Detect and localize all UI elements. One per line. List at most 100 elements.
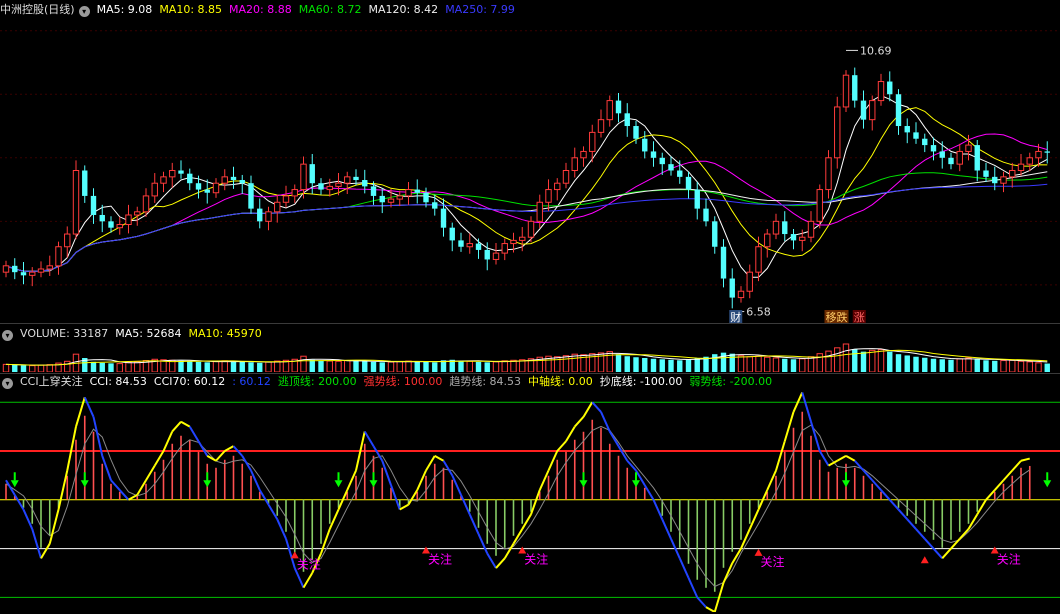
high-label: 10.69 xyxy=(860,44,892,57)
candle-body-up xyxy=(160,176,167,184)
cci-chart[interactable]: 关注 关注 关注 关注 关注 xyxy=(0,390,1060,612)
candle-body-up xyxy=(492,252,500,260)
candle-body-up xyxy=(580,150,587,159)
volume-bar-up xyxy=(134,361,141,372)
volume-bar-up xyxy=(396,361,403,372)
candle-body-up xyxy=(597,119,605,133)
cci-line-segment xyxy=(985,489,996,501)
candle-body-up xyxy=(1000,176,1007,184)
cci-line-segment xyxy=(810,421,821,452)
vol-ma10-label: MA10: 45970 xyxy=(188,327,262,340)
cci-line-segment xyxy=(302,572,314,589)
cci-line-segment xyxy=(959,528,970,540)
top-line-label: 逃顶线: 200.00 xyxy=(277,375,357,388)
volume-bar-down xyxy=(99,362,105,372)
cci-line-segment xyxy=(574,416,585,428)
volume-bar-down xyxy=(178,360,184,372)
volume-bar-down xyxy=(685,359,692,372)
watch-label: 关注 xyxy=(997,551,1021,566)
down-arrow-icon xyxy=(334,480,343,488)
candle-body-down xyxy=(615,100,622,114)
volume-bar-down xyxy=(659,359,665,372)
volume-bar-down xyxy=(248,362,254,372)
candle-body-up xyxy=(396,195,403,200)
price-header: 中洲控股(日线) ▾ MA5: 9.08 MA10: 8.85 MA20: 8.88 MA… xyxy=(0,2,522,18)
cci-line-segment xyxy=(460,494,471,515)
candle-body-down xyxy=(484,249,490,260)
candle-body-up xyxy=(956,150,963,165)
candle-body-down xyxy=(642,138,648,152)
cci-line-segment xyxy=(486,552,497,569)
down-arrow-icon xyxy=(1043,480,1052,488)
candle-body-up xyxy=(37,268,45,273)
volume-bar-down xyxy=(922,357,928,372)
cci-line-segment xyxy=(766,470,777,491)
candle-body-up xyxy=(300,163,307,191)
volume-bar-down xyxy=(694,358,700,372)
ma20-label: MA20: 8.88 xyxy=(229,3,292,16)
cci-line-segment xyxy=(503,543,515,559)
ma10-label: MA10: 8.85 xyxy=(159,3,223,16)
cci-line-segment xyxy=(924,538,935,550)
cci-line-segment xyxy=(871,479,882,491)
chevron-down-icon[interactable]: ▾ xyxy=(2,330,13,341)
candle-body-down xyxy=(230,176,237,181)
price-title[interactable]: 中洲控股(日线) xyxy=(0,3,75,16)
cci-line-segment xyxy=(188,426,200,442)
candle-body-up xyxy=(221,176,228,184)
volume-bar-up xyxy=(746,356,753,372)
volume-bar-down xyxy=(458,360,464,372)
cci-line-segment xyxy=(407,489,419,506)
volume-bar-down xyxy=(90,361,97,372)
cci-line-segment xyxy=(197,440,209,457)
cci-line-segment xyxy=(162,431,174,452)
cci-value: CCI: 84.53 xyxy=(89,375,147,388)
cci-line-segment xyxy=(328,509,340,530)
cci-line-segment xyxy=(941,547,952,559)
event-badge-cai: 财 xyxy=(730,310,741,323)
candle-body-up xyxy=(335,182,342,187)
cci-line-segment xyxy=(626,460,637,472)
candle-body-down xyxy=(90,195,97,215)
candle-body-up xyxy=(116,224,123,229)
volume-bar-up xyxy=(571,353,578,372)
candle-body-up xyxy=(151,182,158,197)
volume-chart[interactable] xyxy=(0,342,1060,372)
cci-line-segment xyxy=(171,421,182,433)
cci-line-segment xyxy=(775,440,786,471)
pane-divider[interactable] xyxy=(0,323,1060,324)
cci-line-segment xyxy=(1002,469,1013,481)
cci-blue-value: : 60.12 xyxy=(232,375,271,388)
watch-label: 关注 xyxy=(297,556,321,571)
candle-body-down xyxy=(650,151,657,158)
candle-body-down xyxy=(362,180,368,187)
cci-line-segment xyxy=(451,474,462,496)
candle-body-up xyxy=(274,201,281,213)
cci-line-segment xyxy=(994,479,1005,491)
candle-body-up xyxy=(212,182,220,194)
volume-bar-down xyxy=(204,362,210,372)
volume-bar-down xyxy=(362,361,368,372)
cci-title[interactable]: CCI上穿关注 xyxy=(20,375,83,388)
cci-line-segment xyxy=(215,450,226,462)
volume-bar-up xyxy=(965,357,972,372)
cci-line-segment xyxy=(608,430,620,447)
price-chart[interactable]: 10.69 6.58 财 移跌涨 xyxy=(0,18,1060,323)
volume-bar-up xyxy=(344,360,351,372)
candle-body-up xyxy=(527,220,535,238)
candle-body-up xyxy=(764,233,771,248)
chevron-down-icon[interactable]: ▾ xyxy=(78,6,90,17)
down-arrow-icon xyxy=(203,480,212,488)
cci-line-segment xyxy=(783,411,795,442)
volume-bar-up xyxy=(2,363,10,372)
candle-body-up xyxy=(562,170,570,184)
volume-bar-down xyxy=(729,353,735,372)
candle-body-down xyxy=(983,170,989,177)
volume-bar-down xyxy=(475,361,482,372)
chevron-down-icon[interactable]: ▾ xyxy=(2,378,13,389)
watch-label: 关注 xyxy=(524,551,548,566)
cci-line-segment xyxy=(390,484,401,510)
cci-line-segment xyxy=(267,504,279,520)
candle-body-down xyxy=(887,81,893,95)
volume-bar-down xyxy=(948,359,954,372)
